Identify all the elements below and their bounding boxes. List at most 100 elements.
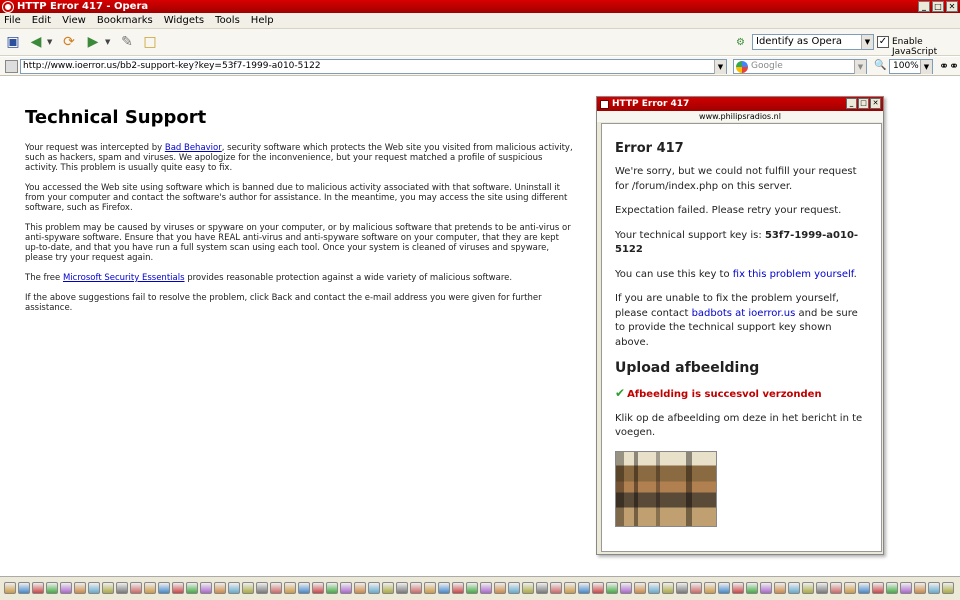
panel-shortcut-icon[interactable] bbox=[648, 582, 660, 594]
panel-shortcut-icon[interactable] bbox=[746, 582, 758, 594]
maximize-button[interactable]: □ bbox=[932, 1, 944, 12]
panel-shortcut-icon[interactable] bbox=[452, 582, 464, 594]
panel-shortcut-icon[interactable] bbox=[200, 582, 212, 594]
panel-shortcut-icon[interactable] bbox=[298, 582, 310, 594]
menu-file[interactable]: File bbox=[4, 15, 21, 26]
panel-shortcut-icon[interactable] bbox=[466, 582, 478, 594]
panel-shortcut-icon[interactable] bbox=[564, 582, 576, 594]
panel-shortcut-icon[interactable] bbox=[326, 582, 338, 594]
panel-shortcut-icon[interactable] bbox=[256, 582, 268, 594]
forward-history-caret-icon[interactable]: ▼ bbox=[105, 38, 110, 46]
panel-shortcut-icon[interactable] bbox=[536, 582, 548, 594]
panel-shortcut-icon[interactable] bbox=[158, 582, 170, 594]
zoom-magnifier-icon[interactable]: 🔍 bbox=[874, 60, 886, 71]
panel-shortcut-icon[interactable] bbox=[606, 582, 618, 594]
panel-shortcut-icon[interactable] bbox=[760, 582, 772, 594]
panel-shortcut-icon[interactable] bbox=[732, 582, 744, 594]
panel-shortcut-icon[interactable] bbox=[144, 582, 156, 594]
panel-shortcut-icon[interactable] bbox=[522, 582, 534, 594]
panel-shortcut-icon[interactable] bbox=[942, 582, 954, 594]
error-popup-window[interactable]: HTTP Error 417 _ □ ✕ www.philipsradios.n… bbox=[596, 96, 884, 555]
chevron-down-icon[interactable]: ▼ bbox=[861, 35, 873, 49]
popup-minimize-button[interactable]: _ bbox=[846, 98, 857, 109]
url-input[interactable]: http://www.ioerror.us/bb2-support-key?ke… bbox=[20, 59, 727, 74]
enable-javascript-checkbox[interactable]: ✓ bbox=[877, 36, 889, 48]
panel-shortcut-icon[interactable] bbox=[46, 582, 58, 594]
panel-shortcut-icon[interactable] bbox=[480, 582, 492, 594]
panel-shortcut-icon[interactable] bbox=[592, 582, 604, 594]
panel-shortcut-icon[interactable] bbox=[620, 582, 632, 594]
panel-shortcut-icon[interactable] bbox=[774, 582, 786, 594]
menu-bookmarks[interactable]: Bookmarks bbox=[97, 15, 153, 26]
fix-problem-link[interactable]: fix this problem yourself bbox=[733, 269, 854, 280]
panel-shortcut-icon[interactable] bbox=[340, 582, 352, 594]
menu-view[interactable]: View bbox=[62, 15, 86, 26]
panel-shortcut-icon[interactable] bbox=[886, 582, 898, 594]
back-history-caret-icon[interactable]: ▼ bbox=[47, 38, 52, 46]
panel-shortcut-icon[interactable] bbox=[396, 582, 408, 594]
menu-help[interactable]: Help bbox=[251, 15, 274, 26]
back-icon[interactable]: ◀ bbox=[27, 33, 45, 51]
edit-pen-icon[interactable]: ✎ bbox=[118, 33, 136, 51]
panel-shortcut-icon[interactable] bbox=[410, 582, 422, 594]
panel-shortcut-icon[interactable] bbox=[704, 582, 716, 594]
panel-shortcut-icon[interactable] bbox=[872, 582, 884, 594]
panel-shortcut-icon[interactable] bbox=[242, 582, 254, 594]
panel-shortcut-icon[interactable] bbox=[802, 582, 814, 594]
panel-shortcut-icon[interactable] bbox=[900, 582, 912, 594]
panel-shortcut-icon[interactable] bbox=[508, 582, 520, 594]
forward-icon[interactable]: ▶ bbox=[84, 33, 102, 51]
panel-shortcut-icon[interactable] bbox=[102, 582, 114, 594]
panel-shortcut-icon[interactable] bbox=[172, 582, 184, 594]
panel-shortcut-icon[interactable] bbox=[186, 582, 198, 594]
panel-shortcut-icon[interactable] bbox=[116, 582, 128, 594]
popup-titlebar[interactable]: HTTP Error 417 _ □ ✕ bbox=[597, 97, 883, 111]
panel-shortcut-icon[interactable] bbox=[690, 582, 702, 594]
panel-shortcut-icon[interactable] bbox=[858, 582, 870, 594]
menu-edit[interactable]: Edit bbox=[32, 15, 51, 26]
panel-shortcut-icon[interactable] bbox=[424, 582, 436, 594]
panel-shortcut-icon[interactable] bbox=[438, 582, 450, 594]
panel-shortcut-icon[interactable] bbox=[914, 582, 926, 594]
panel-shortcut-icon[interactable] bbox=[382, 582, 394, 594]
url-history-chevron-icon[interactable]: ▼ bbox=[714, 60, 726, 74]
search-input[interactable]: Google ▼ bbox=[733, 59, 867, 74]
uploaded-image-thumbnail[interactable] bbox=[615, 450, 717, 527]
panel-shortcut-icon[interactable] bbox=[354, 582, 366, 594]
panel-shortcut-icon[interactable] bbox=[4, 582, 16, 594]
reload-icon[interactable]: ⟳ bbox=[60, 33, 78, 51]
minimize-button[interactable]: _ bbox=[918, 1, 930, 12]
panel-shortcut-icon[interactable] bbox=[844, 582, 856, 594]
google-icon[interactable] bbox=[736, 61, 748, 73]
panel-shortcut-icon[interactable] bbox=[550, 582, 562, 594]
panel-shortcut-icon[interactable] bbox=[928, 582, 940, 594]
panel-shortcut-icon[interactable] bbox=[74, 582, 86, 594]
view-glasses-icon[interactable]: ⚭⚭ bbox=[939, 59, 959, 73]
search-engine-chevron-icon[interactable]: ▼ bbox=[854, 60, 866, 74]
panel-shortcut-icon[interactable] bbox=[578, 582, 590, 594]
zoom-select[interactable]: 100% ▼ bbox=[889, 59, 933, 74]
panel-shortcut-icon[interactable] bbox=[60, 582, 72, 594]
panel-shortcut-icon[interactable] bbox=[676, 582, 688, 594]
panel-shortcut-icon[interactable] bbox=[788, 582, 800, 594]
panel-shortcut-icon[interactable] bbox=[312, 582, 324, 594]
panel-shortcut-icon[interactable] bbox=[662, 582, 674, 594]
panel-shortcut-icon[interactable] bbox=[718, 582, 730, 594]
menu-widgets[interactable]: Widgets bbox=[164, 15, 204, 26]
menu-tools[interactable]: Tools bbox=[215, 15, 240, 26]
panel-shortcut-icon[interactable] bbox=[228, 582, 240, 594]
bad-behavior-link[interactable]: Bad Behavior bbox=[165, 143, 222, 153]
panel-shortcut-icon[interactable] bbox=[634, 582, 646, 594]
panel-shortcut-icon[interactable] bbox=[130, 582, 142, 594]
panel-shortcut-icon[interactable] bbox=[18, 582, 30, 594]
zoom-chevron-icon[interactable]: ▼ bbox=[920, 60, 932, 74]
panel-shortcut-icon[interactable] bbox=[816, 582, 828, 594]
popup-maximize-button[interactable]: □ bbox=[858, 98, 869, 109]
microsoft-security-essentials-link[interactable]: Microsoft Security Essentials bbox=[63, 273, 185, 283]
popup-close-button[interactable]: ✕ bbox=[870, 98, 881, 109]
panel-shortcut-icon[interactable] bbox=[494, 582, 506, 594]
panel-shortcut-icon[interactable] bbox=[214, 582, 226, 594]
site-preferences-icon[interactable]: ⚙ bbox=[736, 37, 747, 48]
panel-shortcut-icon[interactable] bbox=[88, 582, 100, 594]
save-icon[interactable]: ▣ bbox=[4, 33, 22, 51]
